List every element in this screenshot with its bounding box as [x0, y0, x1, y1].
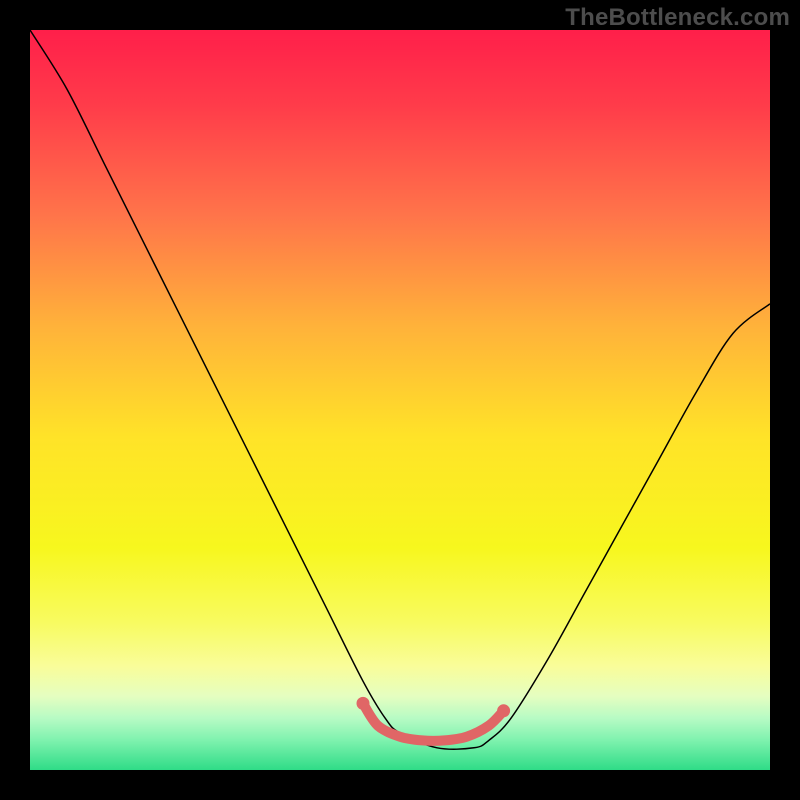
flat-bottom-marker [357, 697, 511, 741]
plot-area [30, 30, 770, 770]
bottleneck-curve [30, 30, 770, 749]
chart-container: TheBottleneck.com [0, 0, 800, 800]
curve-layer [30, 30, 770, 770]
watermark-text: TheBottleneck.com [565, 4, 790, 32]
